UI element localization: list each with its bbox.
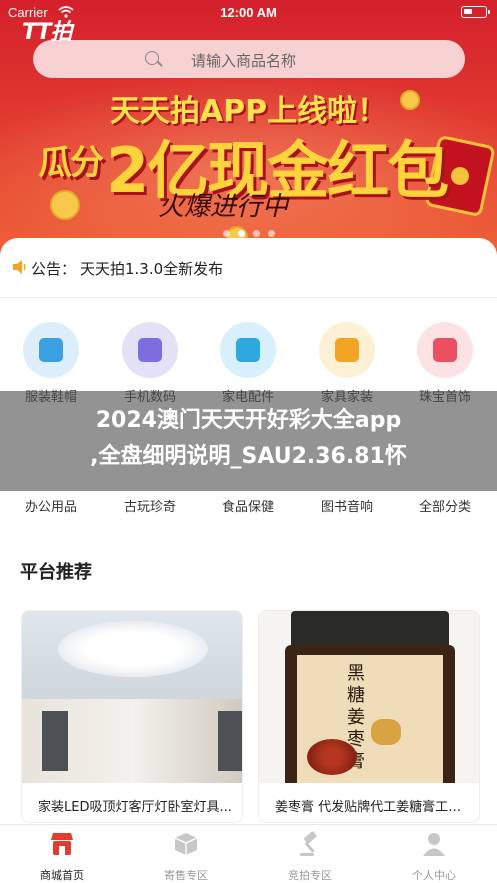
tab-label: 商城首页 (40, 869, 84, 882)
category-label: 食品保健 (221, 500, 274, 515)
watermark-text: 2024澳门天天开好彩大全app ,全盘细明说明_SAU2.36.81怀 (0, 403, 497, 475)
product-title: 家装LED吸顶灯客厅灯卧室灯具... (38, 800, 232, 815)
user-icon (423, 833, 445, 856)
jar-lid (291, 611, 449, 645)
category-label: 图书音响 (320, 500, 373, 515)
bottom-tab-bar: 商城首页 寄售专区 竞拍专区 个人中心 (0, 824, 497, 883)
bear-icon (417, 322, 473, 378)
phone-icon (122, 322, 178, 378)
announcement-bar[interactable]: 公告： 天天拍1.3.0全新发布 (0, 238, 497, 298)
camera-icon (220, 322, 276, 378)
announcement-label: 公告： (31, 260, 77, 278)
watermark-line-2: ,全盘细明说明_SAU2.36.81怀 (90, 444, 407, 469)
house-glyph (335, 338, 359, 362)
camera-glyph (236, 338, 260, 362)
tab-label: 个人中心 (412, 869, 456, 882)
banner-promo-prefix: 瓜分 (38, 143, 104, 183)
speaker-icon (13, 260, 26, 274)
tab-label: 竞拍专区 (288, 869, 332, 882)
category-label: 办公用品 (24, 500, 77, 515)
carousel-dot[interactable] (267, 230, 275, 237)
lamp-shape (58, 621, 208, 677)
watermark-overlay: 2024澳门天天开好彩大全app ,全盘细明说明_SAU2.36.81怀 (0, 391, 497, 491)
room-window (42, 711, 68, 771)
ceiling-lamp-photo (22, 611, 242, 783)
status-time: 12:00 AM (220, 5, 277, 20)
status-bar: Carrier 12:00 AM (0, 0, 497, 26)
phone-glyph (138, 338, 162, 362)
search-icon (145, 51, 159, 65)
ginger-root (371, 719, 401, 745)
search-placeholder: 请输入商品名称 (191, 52, 297, 70)
tshirt-glyph (39, 338, 63, 362)
product-title: 姜枣膏 代发贴牌代工姜糖膏工厂... (275, 800, 471, 815)
room-window (218, 711, 242, 771)
banner-subline: 火爆进行中 (158, 192, 289, 222)
tab-user[interactable]: 个人中心 (394, 831, 474, 883)
category-label: 古玩珍奇 (123, 500, 176, 515)
announcement-text: 天天拍1.3.0全新发布 (80, 260, 224, 278)
jujube-pile (307, 739, 357, 775)
tab-store[interactable]: 商城首页 (22, 831, 102, 883)
product-card[interactable]: 家装LED吸顶灯客厅灯卧室灯具... (21, 610, 243, 823)
carousel-dot[interactable] (222, 230, 230, 237)
watermark-line-1: 2024澳门天天开好彩大全app (95, 408, 402, 433)
product-card[interactable]: 黑糖姜枣膏 姜枣膏 代发贴牌代工姜糖膏工厂... (258, 610, 480, 823)
house-icon (319, 322, 375, 378)
search-bar[interactable]: 请输入商品名称 (33, 40, 465, 78)
tab-gavel[interactable]: 竞拍专区 (270, 831, 350, 883)
tab-label: 寄售专区 (164, 869, 208, 882)
tshirt-icon (23, 322, 79, 378)
store-icon (51, 833, 73, 855)
bear-glyph (433, 338, 457, 362)
tab-box[interactable]: 寄售专区 (146, 831, 226, 883)
battery-icon (461, 6, 490, 18)
section-title: 平台推荐 (20, 562, 92, 583)
gavel-icon (300, 831, 317, 856)
category-label: 全部分类 (418, 500, 471, 515)
box-icon (174, 833, 198, 855)
carousel-dot[interactable] (252, 230, 260, 237)
ginger-jar-photo: 黑糖姜枣膏 (259, 611, 479, 783)
carousel-dot[interactable] (237, 230, 245, 237)
